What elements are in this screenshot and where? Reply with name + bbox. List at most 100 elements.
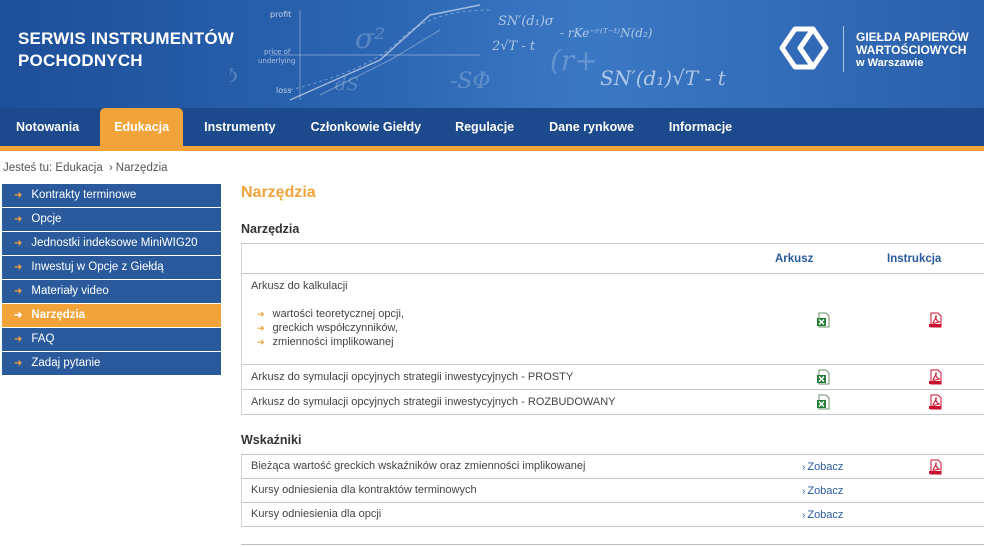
table-row: Arkusz do symulacji opcyjnych strategii … (241, 390, 984, 415)
sidebar-menu: ➜ Kontrakty terminowe ➜ Opcje ➜ Jednostki i… (2, 184, 221, 376)
nav-accent-stripe (0, 146, 984, 151)
indicators-table: Bieżąca wartość greckich wskaźników oraz… (241, 454, 984, 527)
arrow-right-icon: ➜ (14, 286, 23, 297)
table-row: Kursy odniesienia dla kontraktów termino… (241, 479, 984, 503)
sidebar-item-materialy-video[interactable]: ➜ Materiały video (2, 280, 221, 303)
sidebar-item-label: Jednostki indeksowe MiniWIG20 (31, 237, 198, 249)
table-row: Arkusz do kalkulacji ➜ wartości teoretycz… (241, 274, 984, 365)
main-nav: Notowania Edukacja Instrumenty Członkowi… (0, 108, 984, 146)
bullet-list: ➜ wartości teoretycznej opcji, ➜ greckich … (257, 307, 404, 349)
breadcrumb-item-edukacja[interactable]: Edukacja (55, 162, 102, 174)
pdf-file-icon[interactable] (928, 369, 944, 385)
table-row: Bieżąca wartość greckich wskaźników oraz… (241, 455, 984, 479)
nav-item-edukacja[interactable]: Edukacja (100, 108, 184, 146)
sidebar-item-label: Opcje (31, 213, 62, 225)
sidebar-item-kontrakty-terminowe[interactable]: ➜ Kontrakty terminowe (2, 184, 221, 207)
deco-label-loss: loss (276, 86, 291, 95)
arrow-right-icon: ➜ (14, 358, 23, 369)
table-row: Arkusz do symulacji opcyjnych strategii … (241, 365, 984, 390)
breadcrumb-item-narzedzia: Narzędzia (115, 162, 168, 174)
column-header-manual: Instrukcja (887, 253, 942, 265)
arrow-right-icon: ➜ (257, 337, 265, 347)
table-row: Kursy odniesienia dla opcji › Zobacz (241, 503, 984, 527)
arrow-right-icon: ➜ (257, 323, 265, 333)
row-label: Arkusz do symulacji opcyjnych strategii … (251, 371, 574, 383)
pdf-file-icon[interactable] (928, 459, 944, 475)
sidebar-item-label: Zadaj pytanie (31, 357, 101, 369)
sidebar-item-label: Narzędzia (31, 309, 86, 321)
arrow-right-icon: ➜ (14, 214, 23, 225)
see-link[interactable]: › Zobacz (802, 485, 843, 497)
svg-text:- rKe⁻ʳ⁽ᵀ⁻ᵗ⁾N(d₂): - rKe⁻ʳ⁽ᵀ⁻ᵗ⁾N(d₂) (560, 26, 653, 40)
svg-text:(r+: (r+ (550, 44, 598, 77)
sidebar-item-zadaj-pytanie[interactable]: ➜ Zadaj pytanie (2, 352, 221, 375)
content-bottom-divider (241, 544, 984, 545)
section-title-indicators: Wskaźniki (241, 433, 302, 447)
list-item: ➜ zmienności implikowanej (257, 336, 394, 348)
table-header-row: Arkusz Instrukcja (241, 244, 984, 274)
nav-item-regulacje[interactable]: Regulacje (455, 108, 514, 146)
pdf-file-icon[interactable] (928, 312, 944, 328)
see-link[interactable]: › Zobacz (802, 509, 843, 521)
nav-item-dane-rynkowe[interactable]: Dane rynkowe (549, 108, 634, 146)
svg-text:σ²: σ² (355, 22, 385, 55)
arrow-right-icon: ➜ (257, 309, 265, 319)
main-content: Narzędzia Narzędzia Arkusz Instrukcja Ar… (241, 184, 984, 527)
exchange-name-line2: WARTOŚCIOWYCH (856, 43, 967, 57)
chevron-right-icon: › (802, 462, 806, 473)
list-item: ➜ greckich współczynników, (257, 322, 398, 334)
breadcrumb: Jesteś tu: Edukacja › Narzędzia (3, 162, 168, 174)
list-item: ➜ wartości teoretycznej opcji, (257, 308, 404, 320)
exchange-name-line3: w Warszawie (856, 57, 924, 69)
row-label: Kursy odniesienia dla kontraktów termino… (251, 484, 477, 496)
arrow-right-icon: ➜ (14, 310, 23, 321)
sidebar-item-label: FAQ (31, 333, 55, 345)
section-title-tools: Narzędzia (241, 222, 300, 236)
arrow-right-icon: ➜ (14, 262, 23, 273)
arrow-right-icon: ➜ (14, 190, 23, 201)
deco-label-profit: profit (270, 10, 291, 19)
breadcrumb-separator: › (108, 162, 113, 174)
see-link-label: Zobacz (807, 509, 844, 521)
svg-text:SN′(d₁)√T - t: SN′(d₁)√T - t (600, 66, 727, 90)
arrow-right-icon: ➜ (14, 334, 23, 345)
exchange-name[interactable]: GIEŁDA PAPIERÓW WARTOŚCIOWYCH w Warszawi… (856, 31, 969, 70)
sidebar-item-opcje[interactable]: ➜ Opcje (2, 208, 221, 231)
sidebar-item-label: Kontrakty terminowe (31, 189, 137, 201)
sidebar-item-inwestuj[interactable]: ➜ Inwestuj w Opcje z Giełdą (2, 256, 221, 279)
gpw-logo-icon[interactable] (778, 24, 830, 72)
arrow-right-icon: ➜ (14, 238, 23, 249)
row-label: Arkusz do kalkulacji (251, 280, 348, 292)
svg-text:2√T - t: 2√T - t (491, 39, 536, 54)
site-header: profit price of underlying loss σ² Φ dS … (0, 0, 984, 108)
chevron-right-icon: › (802, 510, 806, 521)
svg-text:dS: dS (335, 74, 359, 95)
excel-file-icon[interactable] (816, 394, 832, 410)
breadcrumb-prefix: Jesteś tu: (3, 162, 53, 174)
excel-file-icon[interactable] (816, 312, 832, 328)
chevron-right-icon: › (802, 486, 806, 497)
sidebar-item-miniwig20[interactable]: ➜ Jednostki indeksowe MiniWIG20 (2, 232, 221, 255)
sidebar-item-narzedzia[interactable]: ➜ Narzędzia (2, 304, 221, 327)
site-title[interactable]: SERWIS INSTRUMENTÓW POCHODNYCH (18, 28, 278, 72)
column-header-sheet: Arkusz (775, 253, 814, 265)
nav-item-informacje[interactable]: Informacje (669, 108, 732, 146)
sidebar-item-label: Materiały video (31, 285, 109, 297)
nav-item-czlonkowie-gieldy[interactable]: Członkowie Giełdy (311, 108, 421, 146)
see-link[interactable]: › Zobacz (802, 461, 843, 473)
tools-table: Arkusz Instrukcja Arkusz do kalkulacji ➜… (241, 243, 984, 415)
see-link-label: Zobacz (807, 461, 844, 473)
sidebar-item-label: Inwestuj w Opcje z Giełdą (31, 261, 164, 273)
row-label: Bieżąca wartość greckich wskaźników oraz… (251, 460, 586, 472)
sidebar-item-faq[interactable]: ➜ FAQ (2, 328, 221, 351)
see-link-label: Zobacz (807, 485, 844, 497)
svg-text:-SΦ: -SΦ (450, 69, 491, 94)
nav-item-instrumenty[interactable]: Instrumenty (204, 108, 276, 146)
excel-file-icon[interactable] (816, 369, 832, 385)
page-title: Narzędzia (241, 184, 316, 201)
row-label: Arkusz do symulacji opcyjnych strategii … (251, 396, 616, 408)
nav-item-notowania[interactable]: Notowania (16, 108, 79, 146)
row-label: Kursy odniesienia dla opcji (251, 508, 382, 520)
svg-text:SN′(d₁)σ: SN′(d₁)σ (498, 14, 555, 29)
pdf-file-icon[interactable] (928, 394, 944, 410)
